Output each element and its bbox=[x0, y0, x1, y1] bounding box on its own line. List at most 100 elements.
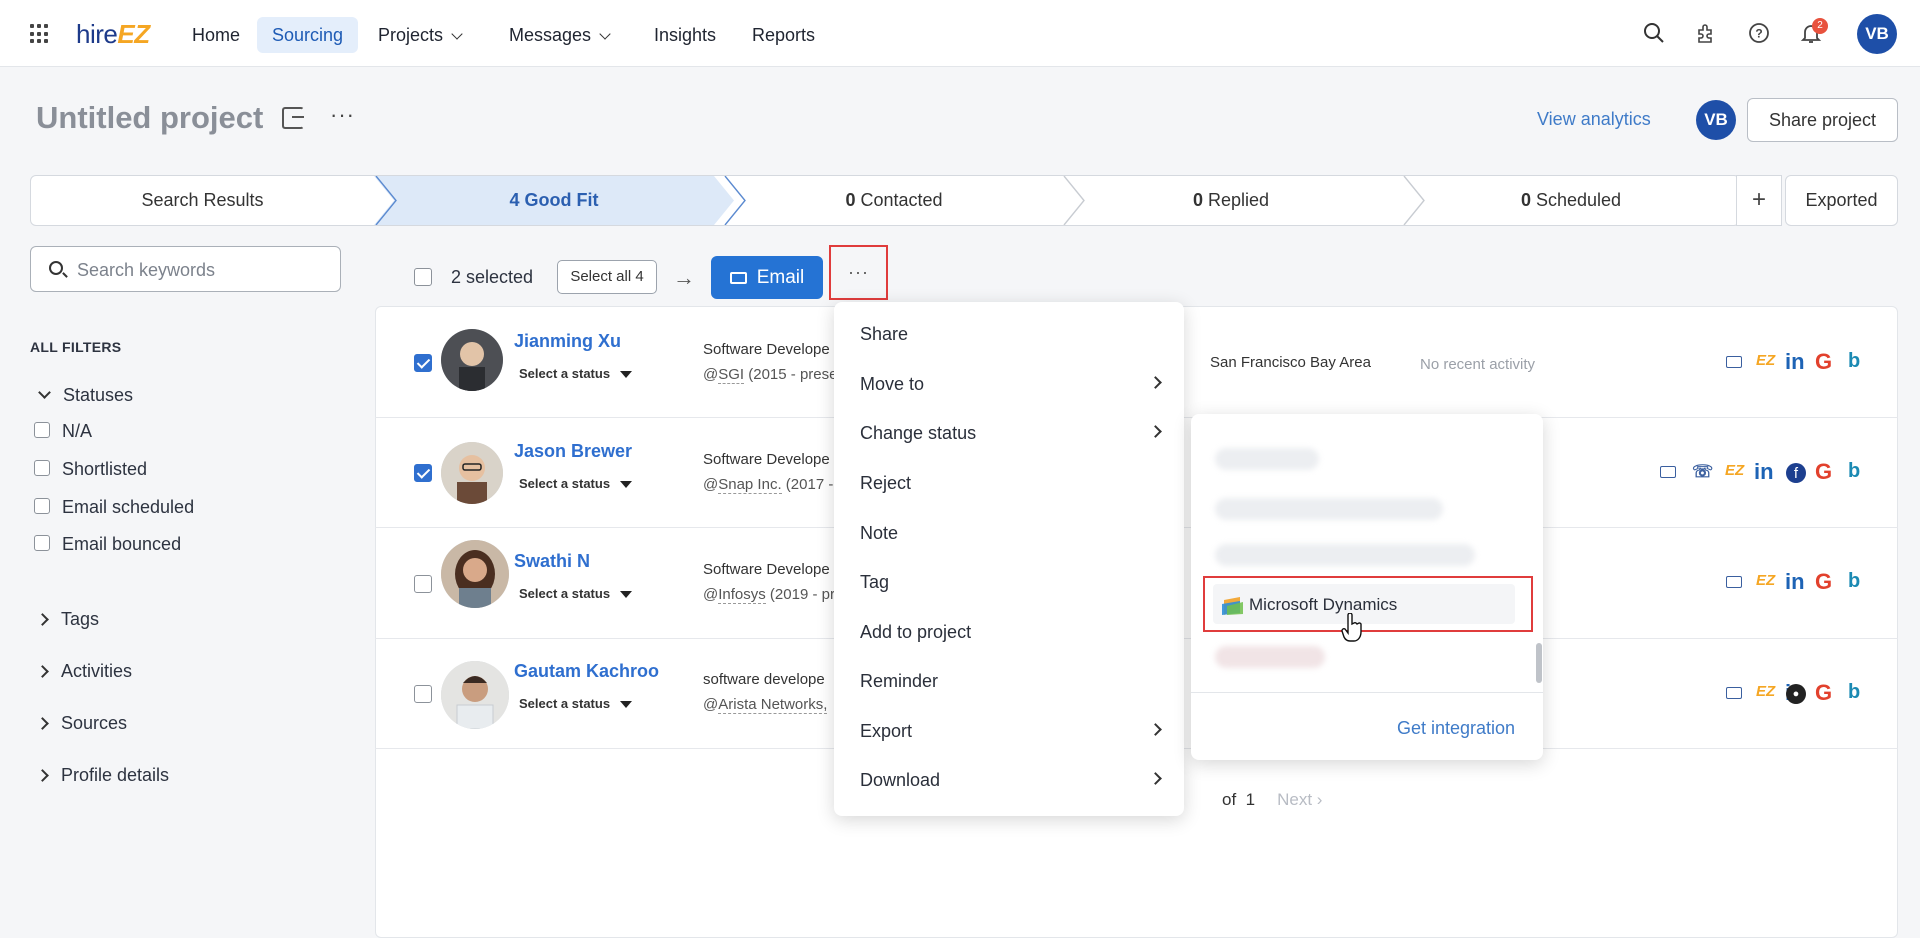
linkedin-icon[interactable]: in bbox=[1785, 569, 1805, 595]
nav-insights[interactable]: Insights bbox=[639, 17, 731, 53]
hireez-profile-icon[interactable]: EZ bbox=[1725, 462, 1744, 479]
stage-exported[interactable]: Exported bbox=[1785, 175, 1898, 226]
menu-item-note[interactable]: Note bbox=[834, 508, 1184, 558]
avatar[interactable] bbox=[441, 661, 509, 729]
candidate-name[interactable]: Jason Brewer bbox=[514, 441, 632, 462]
github-icon[interactable]: ● bbox=[1786, 684, 1806, 704]
candidate-name[interactable]: Jianming Xu bbox=[514, 331, 621, 352]
avatar[interactable] bbox=[441, 442, 503, 504]
row-checkbox[interactable] bbox=[414, 464, 432, 482]
hireez-profile-icon[interactable]: EZ bbox=[1756, 572, 1775, 589]
google-icon[interactable]: G bbox=[1815, 680, 1832, 706]
stage-contacted[interactable]: 0 Contacted bbox=[734, 176, 1054, 225]
row-checkbox[interactable] bbox=[414, 575, 432, 593]
help-icon[interactable]: ? bbox=[1747, 22, 1771, 46]
blurred-option[interactable] bbox=[1215, 448, 1319, 470]
pipeline-stages: Search Results 4 Good Fit 0 Contacted 0 … bbox=[30, 175, 1740, 226]
hireez-profile-icon[interactable]: EZ bbox=[1756, 683, 1775, 700]
menu-item-reject[interactable]: Reject bbox=[834, 458, 1184, 508]
app-grid-icon[interactable] bbox=[30, 24, 50, 44]
candidate-name[interactable]: Swathi N bbox=[514, 551, 590, 572]
phone-icon[interactable]: ☏ bbox=[1692, 462, 1713, 482]
view-analytics-link[interactable]: View analytics bbox=[1537, 109, 1651, 130]
email-icon[interactable] bbox=[1660, 466, 1676, 478]
blurred-option[interactable] bbox=[1215, 498, 1443, 520]
google-icon[interactable]: G bbox=[1815, 459, 1832, 485]
avatar[interactable] bbox=[441, 329, 503, 391]
email-button[interactable]: Email bbox=[711, 256, 823, 299]
google-icon[interactable]: G bbox=[1815, 349, 1832, 375]
svg-text:?: ? bbox=[1755, 27, 1762, 41]
export-option-microsoft-dynamics[interactable]: Microsoft Dynamics bbox=[1203, 576, 1533, 632]
bing-icon[interactable]: b bbox=[1848, 460, 1860, 483]
email-icon[interactable] bbox=[1726, 576, 1742, 588]
avatar[interactable] bbox=[441, 540, 509, 608]
bing-icon[interactable]: b bbox=[1848, 350, 1860, 373]
filter-checkbox-shortlisted[interactable] bbox=[34, 460, 50, 476]
bing-icon[interactable]: b bbox=[1848, 570, 1860, 593]
facebook-icon[interactable]: f bbox=[1786, 463, 1806, 483]
project-owner-avatar[interactable]: VB bbox=[1696, 100, 1736, 140]
email-icon[interactable] bbox=[1726, 356, 1742, 368]
next-page-button[interactable]: Next › bbox=[1277, 790, 1322, 809]
filter-checkbox-na[interactable] bbox=[34, 422, 50, 438]
menu-item-tag[interactable]: Tag bbox=[834, 557, 1184, 607]
google-icon[interactable]: G bbox=[1815, 569, 1832, 595]
linkedin-icon[interactable]: in bbox=[1754, 459, 1774, 485]
filter-profile-details-toggle[interactable]: Profile details bbox=[36, 765, 169, 786]
project-more-button[interactable]: ··· bbox=[330, 102, 355, 128]
stage-scheduled[interactable]: 0 Scheduled bbox=[1411, 176, 1731, 225]
select-all-checkbox[interactable] bbox=[414, 268, 432, 286]
menu-item-export[interactable]: Export bbox=[834, 706, 1184, 756]
filter-activities-toggle[interactable]: Activities bbox=[36, 661, 132, 682]
menu-item-add-to-project[interactable]: Add to project bbox=[834, 607, 1184, 657]
submenu-scrollbar[interactable] bbox=[1536, 643, 1542, 683]
page-title[interactable]: Untitled project bbox=[36, 100, 263, 136]
filter-statuses-toggle[interactable]: Statuses bbox=[38, 385, 133, 406]
add-stage-button[interactable]: + bbox=[1736, 175, 1782, 226]
menu-item-share[interactable]: Share bbox=[834, 309, 1184, 359]
status-select[interactable]: Select a status bbox=[519, 366, 633, 381]
extension-icon[interactable] bbox=[1694, 22, 1718, 46]
stage-replied[interactable]: 0 Replied bbox=[1071, 176, 1391, 225]
filter-tags-toggle[interactable]: Tags bbox=[36, 609, 99, 630]
email-icon[interactable] bbox=[1726, 687, 1742, 699]
blurred-option[interactable] bbox=[1215, 646, 1325, 668]
user-avatar[interactable]: VB bbox=[1857, 14, 1897, 54]
bing-icon[interactable]: b bbox=[1848, 681, 1860, 704]
row-checkbox[interactable] bbox=[414, 685, 432, 703]
dropdown-arrow-icon bbox=[620, 371, 633, 378]
hireez-profile-icon[interactable]: EZ bbox=[1756, 352, 1775, 369]
candidate-name[interactable]: Gautam Kachroo bbox=[514, 661, 659, 682]
menu-item-reminder[interactable]: Reminder bbox=[834, 656, 1184, 706]
stage-good-fit[interactable]: 4 Good Fit bbox=[374, 176, 734, 225]
blurred-option[interactable] bbox=[1215, 544, 1475, 566]
filter-checkbox-email-bounced[interactable] bbox=[34, 535, 50, 551]
linkedin-icon[interactable]: in bbox=[1785, 349, 1805, 375]
status-select[interactable]: Select a status bbox=[519, 696, 633, 711]
menu-item-move-to[interactable]: Move to bbox=[834, 359, 1184, 409]
nav-messages[interactable]: Messages bbox=[494, 17, 624, 53]
search-input[interactable] bbox=[77, 257, 327, 283]
status-select[interactable]: Select a status bbox=[519, 586, 633, 601]
menu-item-download[interactable]: Download bbox=[834, 755, 1184, 805]
exit-project-icon[interactable] bbox=[282, 107, 304, 129]
dropdown-arrow-icon bbox=[620, 481, 633, 488]
status-select[interactable]: Select a status bbox=[519, 476, 633, 491]
row-checkbox[interactable] bbox=[414, 354, 432, 372]
bulk-more-button[interactable]: ··· bbox=[829, 245, 888, 300]
get-integration-link[interactable]: Get integration bbox=[1397, 718, 1515, 739]
nav-home[interactable]: Home bbox=[177, 17, 255, 53]
hireez-logo[interactable]: hireEZ bbox=[76, 19, 150, 50]
filter-option-label: Shortlisted bbox=[62, 459, 148, 479]
nav-reports[interactable]: Reports bbox=[737, 17, 830, 53]
filter-checkbox-email-scheduled[interactable] bbox=[34, 498, 50, 514]
menu-item-change-status[interactable]: Change status bbox=[834, 408, 1184, 458]
select-all-button[interactable]: Select all 4 bbox=[557, 260, 657, 294]
share-project-button[interactable]: Share project bbox=[1747, 98, 1898, 142]
nav-projects[interactable]: Projects bbox=[363, 17, 476, 53]
filter-sources-toggle[interactable]: Sources bbox=[36, 713, 127, 734]
nav-sourcing[interactable]: Sourcing bbox=[257, 17, 359, 53]
search-icon[interactable] bbox=[1642, 22, 1666, 46]
stage-search-results[interactable]: Search Results bbox=[31, 176, 374, 225]
